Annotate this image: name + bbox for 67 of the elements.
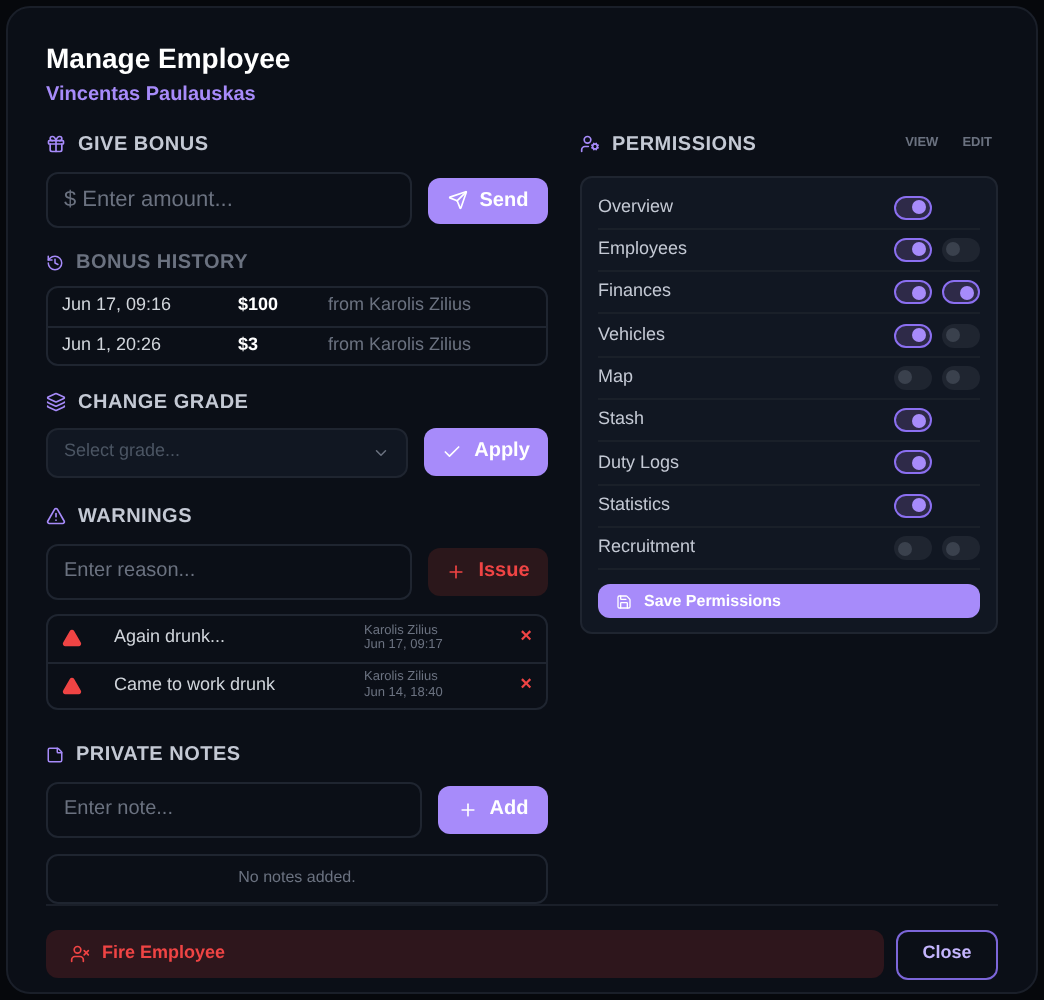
send-icon [447,190,468,210]
toggle-switch[interactable] [894,323,932,348]
history-date: Jun 17, 09:16 [62,292,174,319]
plus-icon [446,561,467,581]
gift-icon [46,134,66,154]
employee-name: Vincentas Paulauskas [46,81,258,109]
note-icon [46,745,64,763]
section-heading: PERMISSIONS [612,131,757,159]
layers-icon [46,392,66,412]
toggle-switch[interactable] [894,237,932,262]
note-field[interactable]: Enter note... [46,781,422,837]
history-date: Jun 1, 20:26 [62,331,164,358]
toggle-switch[interactable] [894,195,932,220]
toggle-switch[interactable] [942,323,980,348]
section-heading: GIVE BONUS [78,131,209,159]
toggle-switch[interactable] [942,536,980,561]
add-button[interactable]: Add [438,785,548,833]
amount-field[interactable]: $ Enter amount... [46,171,412,227]
grade-select[interactable]: Select grade... [46,427,408,477]
toggle-switch[interactable] [894,450,932,475]
permission-label: Stash [598,406,645,433]
toggle-switch[interactable] [942,365,980,390]
close-button[interactable]: Close [896,929,998,979]
save-permissions-button[interactable]: Save Permissions [598,584,980,619]
warning-reason: Came to work drunk [114,671,278,698]
apply-button[interactable]: Apply [424,427,548,475]
history-amount: $3 [238,331,261,358]
permission-label: Overview [598,193,674,220]
save-icon [616,593,632,610]
toggle-switch[interactable] [942,280,980,305]
remove-button[interactable]: × [520,628,532,648]
fire-employee-button[interactable]: Fire Employee [46,929,884,977]
reason-field[interactable]: Enter reason... [46,543,412,599]
issue-button[interactable]: Issue [428,547,548,595]
warning-icon [46,506,66,526]
history-sender: from Karolis Zilius [328,331,472,358]
section-heading: BONUS HISTORY [76,249,249,277]
permission-label: Duty Logs [598,449,680,476]
toggle-switch[interactable] [942,237,980,262]
history-icon [46,253,64,271]
permission-label: Statistics [598,491,671,518]
permission-label: Recruitment [598,534,696,561]
check-icon [442,441,463,461]
warning-icon [62,675,82,695]
plus-icon [457,799,478,819]
toggle-switch[interactable] [894,408,932,433]
warning-icon [62,628,82,648]
user-gear-icon [580,134,600,154]
warning-reason: Again drunk... [114,624,228,651]
toggle-switch[interactable] [894,493,932,518]
section-heading: CHANGE GRADE [78,389,249,417]
send-button[interactable]: Send [428,177,548,223]
section-heading: WARNINGS [78,503,192,531]
permission-label: Employees [598,236,688,263]
user-cross-icon [70,943,90,963]
empty-notes-text: No notes added. [238,866,356,890]
section-heading: PRIVATE NOTES [76,741,241,769]
permission-label: Vehicles [598,321,666,348]
permission-label: Finances [598,278,672,305]
remove-button[interactable]: × [520,675,532,695]
toggle-switch[interactable] [894,536,932,561]
modal-title: Manage Employee [46,42,293,77]
toggle-switch[interactable] [894,280,932,305]
history-sender: from Karolis Zilius [328,292,472,319]
permission-label: Map [598,364,634,391]
toggle-switch[interactable] [894,365,932,390]
history-amount: $100 [238,292,281,319]
